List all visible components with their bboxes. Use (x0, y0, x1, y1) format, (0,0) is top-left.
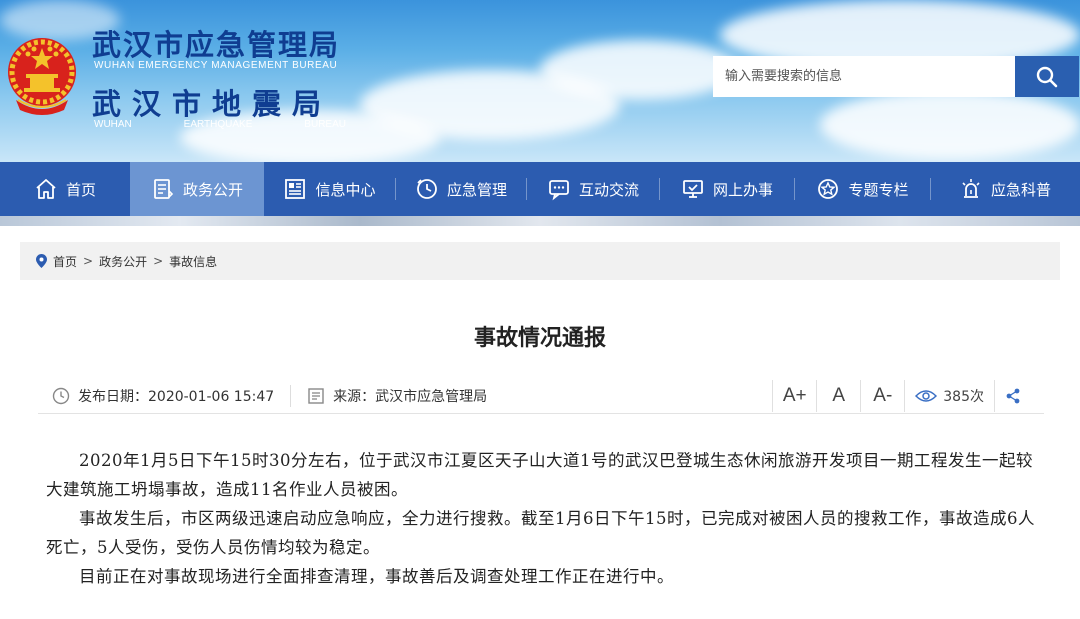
breadcrumb-separator: > (83, 254, 94, 268)
font-size-decrease-button[interactable]: A- (860, 380, 904, 412)
document-icon (151, 177, 175, 201)
source-document-icon (308, 388, 324, 404)
monitor-check-icon (681, 177, 705, 201)
chat-icon (547, 177, 571, 201)
nav-label: 应急管理 (446, 180, 507, 199)
nav-label: 网上办事 (712, 180, 773, 199)
bureau-name-cn: 武汉市应急管理局 (92, 28, 341, 62)
en-word: WUHAN (94, 119, 132, 130)
nav-item-special-topics[interactable]: 专题专栏 (795, 162, 930, 216)
font-size-default-button[interactable]: A (816, 380, 860, 412)
breadcrumb-home-link[interactable]: 首页 (53, 253, 77, 270)
main-nav: 首页 政务公开 信息中心 应急管理 互动交流 网上办事 专题专栏 应急科普 (0, 162, 1080, 216)
clock-icon (415, 177, 439, 201)
location-pin-icon (36, 254, 47, 268)
site-header: 武汉市应急管理局 WUHAN EMERGENCY MANAGEMENT BURE… (0, 0, 1080, 162)
publish-date: 2020-01-06 15:47 (148, 389, 275, 405)
nav-label: 信息中心 (315, 180, 376, 199)
nav-label: 互动交流 (578, 180, 639, 199)
nav-item-gov-affairs[interactable]: 政务公开 (130, 162, 264, 216)
earthquake-bureau-name-cn: 武汉市地震局 (92, 87, 333, 121)
source-info: 来源：武汉市应急管理局 (333, 386, 487, 406)
nav-label: 应急科普 (990, 180, 1051, 199)
article-paragraph: 目前正在对事故现场进行全面排查清理，事故善后及调查处理工作正在进行中。 (79, 567, 674, 586)
source-value: 武汉市应急管理局 (375, 389, 488, 405)
search-box (713, 56, 1079, 97)
share-icon (1006, 388, 1019, 404)
earthquake-bureau-name-en: WUHAN EARTHQUAKE BUREAU (94, 119, 346, 130)
breadcrumb: 首页 > 政务公开 > 事故信息 (20, 242, 1060, 280)
en-word: BUREAU (304, 119, 346, 130)
nav-item-emergency-mgmt[interactable]: 应急管理 (396, 162, 526, 216)
source-label: 来源： (333, 389, 376, 405)
publish-date-label: 发布日期：2020-01-06 15:47 (78, 386, 274, 406)
article-paragraph: 事故发生后，市区两级迅速启动应急响应，全力进行搜救。截至1月6日下午15时，已完… (46, 509, 1035, 557)
breadcrumb-separator: > (153, 254, 164, 268)
breadcrumb-accident-info-link[interactable]: 事故信息 (169, 253, 217, 270)
nav-item-online-services[interactable]: 网上办事 (660, 162, 794, 216)
font-size-label: A (832, 385, 846, 406)
nav-item-emergency-science[interactable]: 应急科普 (931, 162, 1079, 216)
star-badge-icon (816, 177, 840, 201)
siren-icon (959, 177, 983, 201)
article-title: 事故情况通报 (473, 326, 606, 351)
search-input[interactable] (713, 56, 1015, 97)
view-count-value: 385次 (943, 389, 984, 405)
publish-label: 发布日期： (78, 389, 148, 405)
nav-item-interaction[interactable]: 互动交流 (527, 162, 659, 216)
search-button[interactable] (1015, 56, 1079, 97)
nav-label: 政务公开 (182, 180, 243, 199)
clock-icon (52, 387, 70, 405)
meta-divider (290, 385, 292, 407)
national-emblem-icon (4, 30, 80, 120)
article-body: 2020年1月5日下午15时30分左右，位于武汉市江夏区天子山大道1号的武汉巴登… (46, 446, 1042, 591)
article-meta-bar: 发布日期：2020-01-06 15:47 来源：武汉市应急管理局 A+ A A… (38, 380, 1044, 414)
nav-item-home[interactable]: 首页 (0, 162, 130, 216)
article-paragraph: 2020年1月5日下午15时30分左右，位于武汉市江夏区天子山大道1号的武汉巴登… (46, 451, 1033, 499)
breadcrumb-gov-affairs-link[interactable]: 政务公开 (99, 253, 147, 270)
font-size-label: A- (873, 385, 893, 406)
nav-item-info-center[interactable]: 信息中心 (264, 162, 395, 216)
nav-label: 首页 (65, 180, 96, 199)
bureau-name-en: WUHAN EMERGENCY MANAGEMENT BUREAU (94, 60, 338, 71)
nav-label: 专题专栏 (848, 180, 909, 199)
home-icon (34, 177, 58, 201)
view-count: 385次 (904, 380, 994, 412)
eye-icon (915, 390, 938, 402)
share-button[interactable] (994, 380, 1030, 412)
font-size-label: A+ (782, 385, 807, 406)
search-icon (1036, 66, 1058, 87)
news-icon (283, 177, 307, 201)
en-word: EARTHQUAKE (183, 119, 253, 130)
font-size-increase-button[interactable]: A+ (772, 380, 816, 412)
decorative-skyline-strip (0, 216, 1080, 226)
